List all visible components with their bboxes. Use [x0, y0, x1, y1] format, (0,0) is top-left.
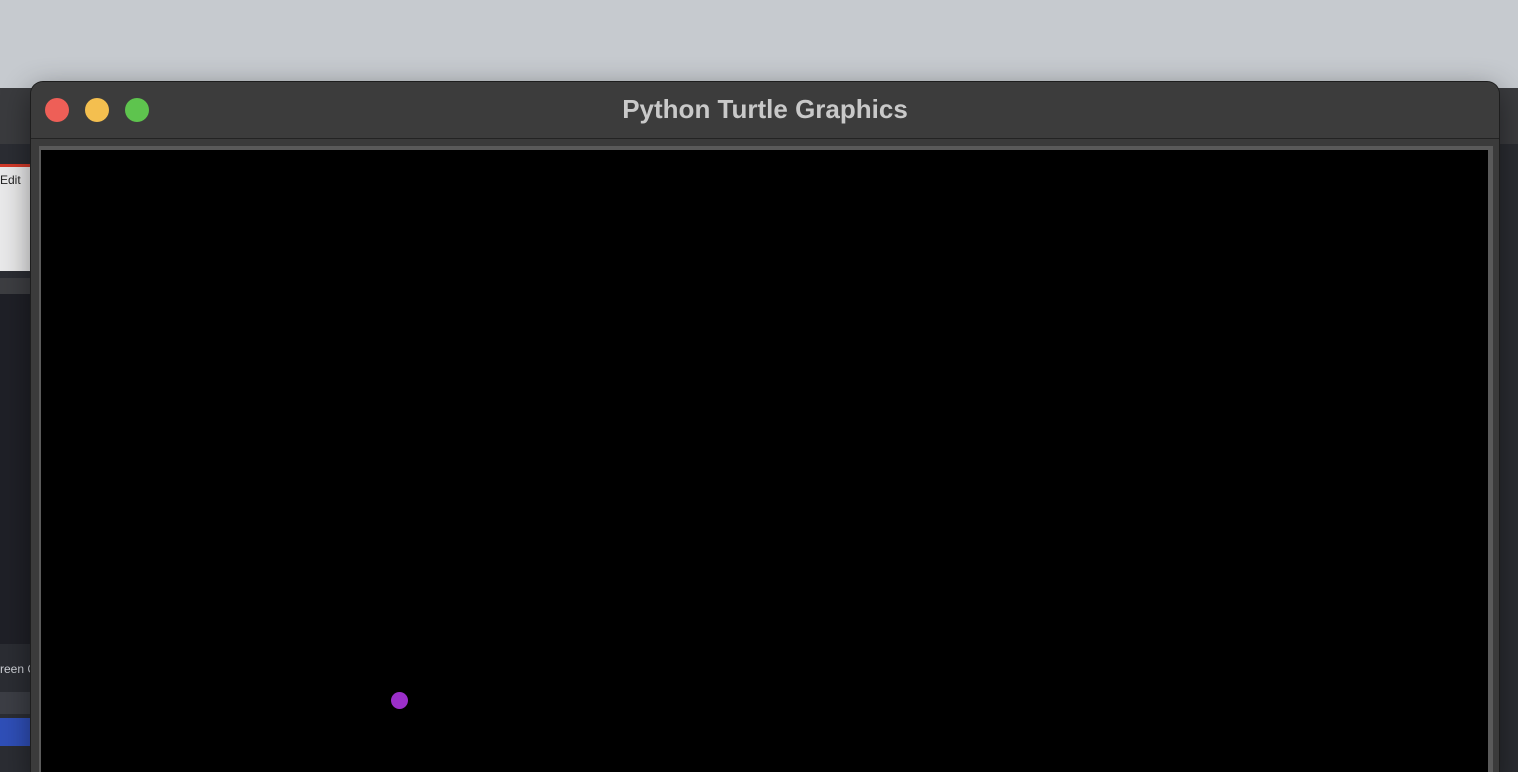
window-title: Python Turtle Graphics [622, 94, 908, 124]
desktop-background [0, 0, 1518, 88]
turtle-dot [391, 692, 408, 709]
background-app-panel [0, 294, 30, 644]
background-right-titlebar [1496, 88, 1518, 144]
background-app-menu: Edit [0, 167, 30, 271]
background-app-selected-row[interactable] [0, 718, 30, 746]
background-right-window [1496, 88, 1518, 772]
background-app-tool-label: reen C [0, 662, 30, 676]
background-app-edit-menu[interactable]: Edit [0, 173, 21, 187]
turtle-canvas[interactable] [41, 150, 1488, 772]
window-titlebar[interactable]: Python Turtle Graphics [31, 82, 1499, 139]
background-app-row[interactable] [0, 692, 30, 714]
turtle-graphics-window: Python Turtle Graphics [31, 82, 1499, 772]
background-app-divider [0, 278, 30, 294]
